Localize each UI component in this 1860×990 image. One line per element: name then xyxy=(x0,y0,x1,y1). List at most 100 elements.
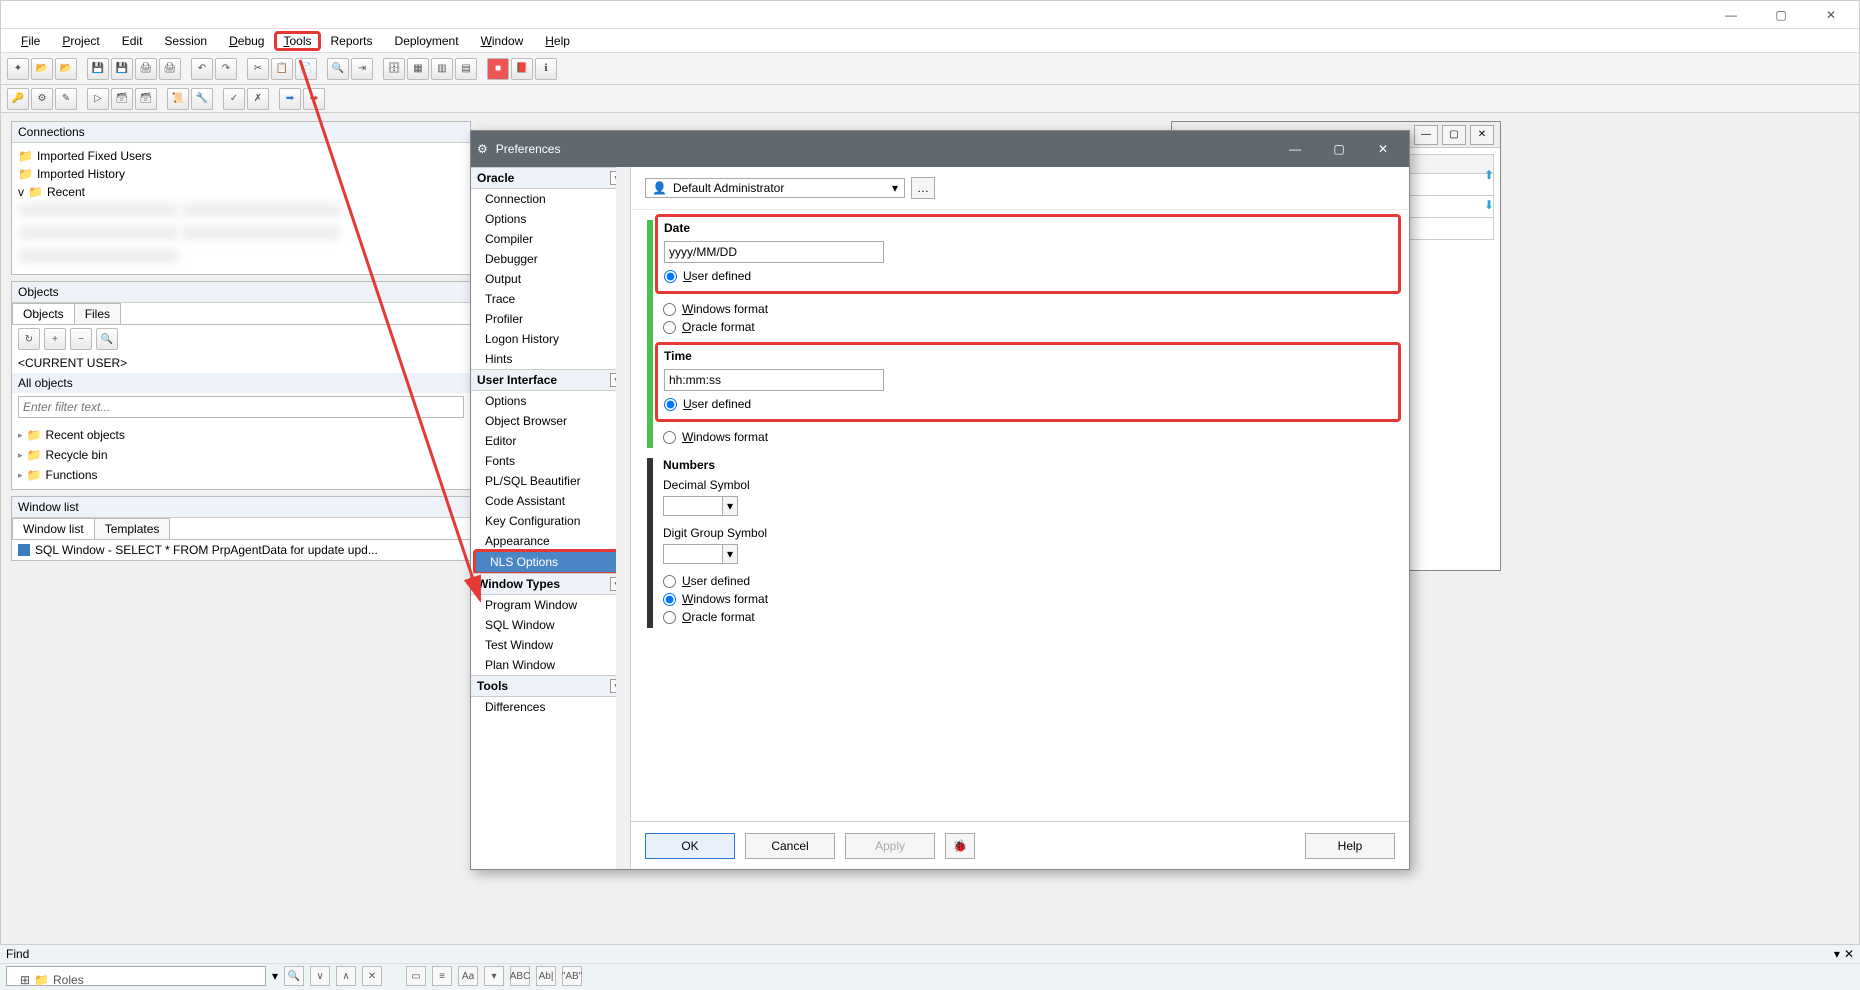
menu-debug[interactable]: Debug xyxy=(219,32,274,50)
find-prev-icon[interactable]: ∨ xyxy=(310,966,330,986)
find-list-icon[interactable]: ≡ xyxy=(432,966,452,986)
pref-item-program-window[interactable]: Program Window xyxy=(471,595,630,615)
toolbar-run-icon[interactable]: ▷ xyxy=(87,88,109,110)
group-symbol-input[interactable] xyxy=(663,544,723,564)
pref-item-differences[interactable]: Differences xyxy=(471,697,630,717)
toolbar-print-icon[interactable]: 🖨 xyxy=(135,58,157,80)
preferences-tree[interactable]: Oracle▾ Connection Options Compiler Debu… xyxy=(471,167,631,869)
cancel-button[interactable]: Cancel xyxy=(745,833,835,859)
find-close-icon[interactable]: ✕ xyxy=(1844,947,1854,961)
toolbar-rollback-icon[interactable]: ✗ xyxy=(247,88,269,110)
menu-file[interactable]: File xyxy=(11,32,50,50)
date-format-input[interactable] xyxy=(664,241,884,263)
filter-input[interactable] xyxy=(18,396,464,418)
current-user-row[interactable]: <CURRENT USER> xyxy=(12,353,470,373)
tab-files[interactable]: Files xyxy=(74,303,121,324)
apply-button[interactable]: Apply xyxy=(845,833,935,859)
plus-icon[interactable]: + xyxy=(44,328,66,350)
all-objects-row[interactable]: All objects xyxy=(12,373,470,393)
ok-button[interactable]: OK xyxy=(645,833,735,859)
pref-item-appearance[interactable]: Appearance xyxy=(471,531,630,551)
pref-item-test-window[interactable]: Test Window xyxy=(471,635,630,655)
numbers-radio-oracle[interactable]: Oracle format xyxy=(663,610,1393,624)
toolbar-save-icon[interactable]: 💾 xyxy=(87,58,109,80)
toolbar-key-icon[interactable]: 🔑 xyxy=(7,88,29,110)
tree-imported-fixed[interactable]: 📁Imported Fixed Users xyxy=(18,147,464,165)
menu-project[interactable]: Project xyxy=(52,32,109,50)
main-maximize-button[interactable]: ▢ xyxy=(1759,3,1803,27)
find-regex-icon[interactable]: Ab| xyxy=(536,966,556,986)
inner-minimize-button[interactable]: — xyxy=(1414,125,1438,145)
pref-tree-scrollbar[interactable] xyxy=(616,167,630,869)
find-case-icon[interactable]: Aa xyxy=(458,966,478,986)
toolbar-db2-icon[interactable]: 🗃 xyxy=(111,88,133,110)
find-highlight-icon[interactable]: ▭ xyxy=(406,966,426,986)
pref-item-ui-options[interactable]: Options xyxy=(471,391,630,411)
pref-item-hints[interactable]: Hints xyxy=(471,349,630,369)
pref-item-beautifier[interactable]: PL/SQL Beautifier xyxy=(471,471,630,491)
prefs-minimize-button[interactable]: — xyxy=(1275,135,1315,163)
toolbar-redo-icon[interactable]: ↷ xyxy=(215,58,237,80)
toolbar-db3-icon[interactable]: 🗃 xyxy=(135,88,157,110)
pref-cat-ui[interactable]: User Interface▾ xyxy=(471,369,630,391)
main-minimize-button[interactable]: — xyxy=(1709,3,1753,27)
find-dropdown2-icon[interactable]: ▾ xyxy=(484,966,504,986)
toolbar-print2-icon[interactable]: 🖨 xyxy=(159,58,181,80)
pref-item-key-config[interactable]: Key Configuration xyxy=(471,511,630,531)
toolbar-undo-icon[interactable]: ↶ xyxy=(191,58,213,80)
toolbar-findnext-icon[interactable]: ⇥ xyxy=(351,58,373,80)
pref-item-debugger[interactable]: Debugger xyxy=(471,249,630,269)
toolbar-grid-icon[interactable]: ▤ xyxy=(455,58,477,80)
dropdown-icon[interactable]: ▾ xyxy=(723,496,738,516)
find-icon[interactable]: 🔍 xyxy=(96,328,118,350)
expand-icon[interactable]: ⊞ xyxy=(20,973,30,987)
menu-window[interactable]: Window xyxy=(471,32,534,50)
date-radio-user[interactable]: User defined xyxy=(664,269,1392,283)
expand-icon[interactable]: v xyxy=(18,183,24,201)
pref-item-output[interactable]: Output xyxy=(471,269,630,289)
find-pin-icon[interactable]: ▾ xyxy=(1834,947,1840,961)
menu-edit[interactable]: Edit xyxy=(112,32,153,50)
menu-help[interactable]: Help xyxy=(535,32,580,50)
bottom-tree-item[interactable]: ⊞ 📁 Roles xyxy=(20,973,84,987)
find-next-icon[interactable]: 🔍 xyxy=(284,966,304,986)
menu-tools[interactable]: Tools xyxy=(274,31,320,51)
decimal-symbol-input[interactable] xyxy=(663,496,723,516)
pref-item-sql-window[interactable]: SQL Window xyxy=(471,615,630,635)
toolbar-find-icon[interactable]: 🔍 xyxy=(327,58,349,80)
toolbar-open2-icon[interactable]: 📂 xyxy=(55,58,77,80)
refresh-icon[interactable]: ↻ xyxy=(18,328,40,350)
pref-item-nls-options[interactable]: NLS Options xyxy=(476,552,625,572)
numbers-radio-windows[interactable]: Windows format xyxy=(663,592,1393,606)
numbers-radio-user[interactable]: User defined xyxy=(663,574,1393,588)
find-close2-icon[interactable]: ✕ xyxy=(362,966,382,986)
inner-close-button[interactable]: ✕ xyxy=(1470,125,1494,145)
admin-profile-select[interactable]: 👤 Default Administrator ▾ xyxy=(645,178,905,198)
dropdown-icon[interactable]: ▾ xyxy=(723,544,738,564)
pref-item-trace[interactable]: Trace xyxy=(471,289,630,309)
pref-item-connection[interactable]: Connection xyxy=(471,189,630,209)
toolbar-new-icon[interactable]: ✦ xyxy=(7,58,29,80)
pref-item-fonts[interactable]: Fonts xyxy=(471,451,630,471)
find-dropdown-icon[interactable]: ▾ xyxy=(272,969,278,983)
tab-window-list[interactable]: Window list xyxy=(12,518,95,539)
pref-item-options[interactable]: Options xyxy=(471,209,630,229)
toolbar-sql-icon[interactable]: ▦ xyxy=(407,58,429,80)
connections-tree[interactable]: 📁Imported Fixed Users 📁Imported History … xyxy=(12,143,470,274)
prefs-maximize-button[interactable]: ▢ xyxy=(1319,135,1359,163)
toolbar-gear-icon[interactable]: ⚙ xyxy=(31,88,53,110)
toolbar-arrow-right-icon[interactable]: ➡ xyxy=(279,88,301,110)
find-abc-icon[interactable]: ABC xyxy=(510,966,530,986)
menu-reports[interactable]: Reports xyxy=(321,32,383,50)
tree-functions[interactable]: 📁Functions xyxy=(18,465,464,485)
tree-imported-history[interactable]: 📁Imported History xyxy=(18,165,464,183)
toolbar-info-icon[interactable]: ℹ xyxy=(535,58,557,80)
admin-more-button[interactable]: … xyxy=(911,177,935,199)
toolbar-script-icon[interactable]: 📜 xyxy=(167,88,189,110)
toolbar-paste-icon[interactable]: 📄 xyxy=(295,58,317,80)
time-format-input[interactable] xyxy=(664,369,884,391)
date-radio-oracle[interactable]: Oracle format xyxy=(663,320,1393,334)
scroll-down-icon[interactable]: ⬇ xyxy=(1484,198,1494,212)
tab-objects[interactable]: Objects xyxy=(12,303,75,324)
find-quotes-icon[interactable]: "AB" xyxy=(562,966,582,986)
